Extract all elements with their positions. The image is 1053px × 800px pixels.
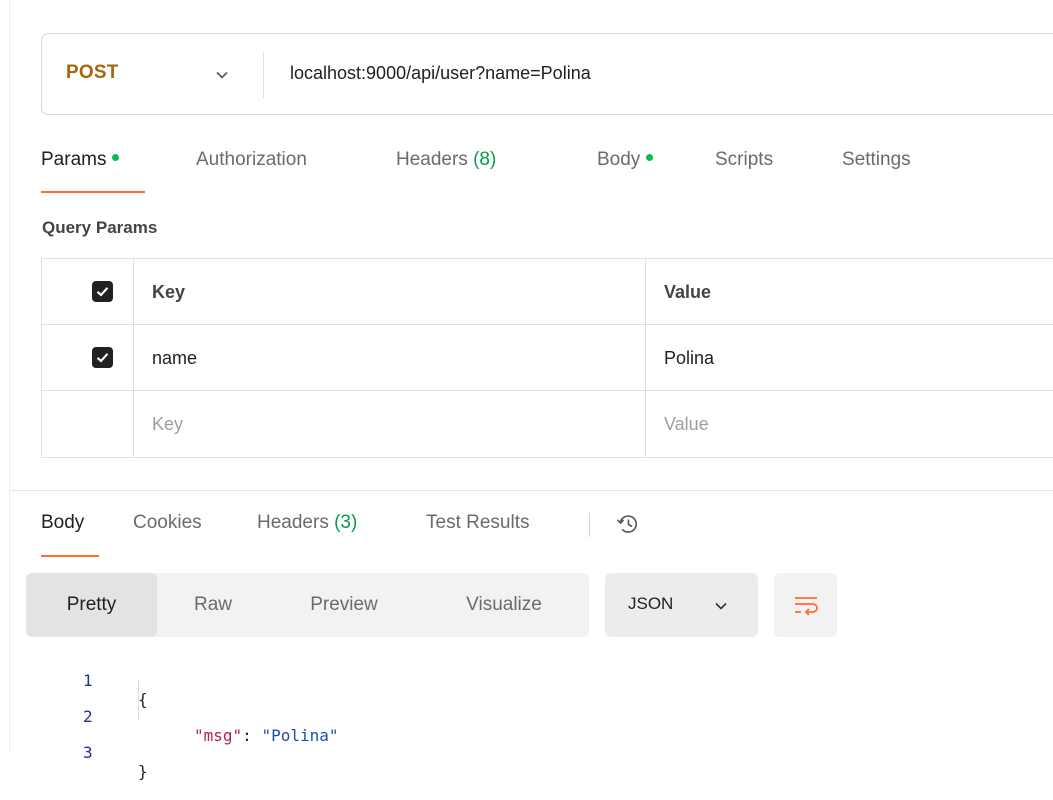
query-params-table: Key Value name Polina Key Value xyxy=(41,258,1053,458)
tab-cookies[interactable]: Cookies xyxy=(133,512,202,534)
tab-params-label: Params xyxy=(41,149,107,170)
chevron-down-icon[interactable] xyxy=(215,68,229,82)
pane-separator[interactable] xyxy=(10,490,1053,491)
code-text: { xyxy=(138,690,148,709)
word-wrap-icon xyxy=(795,597,818,616)
url-divider xyxy=(263,52,264,98)
method-select[interactable]: POST xyxy=(66,62,119,84)
query-params-title: Query Params xyxy=(42,218,158,237)
code-text: "msg": "Polina" xyxy=(194,726,339,745)
tab-scripts[interactable]: Scripts xyxy=(715,149,773,171)
indent-guide xyxy=(138,680,139,720)
tab-headers[interactable]: Headers (8) xyxy=(396,149,496,171)
pretty-button[interactable]: Pretty xyxy=(26,573,157,637)
language-select[interactable]: JSON xyxy=(605,573,758,637)
word-wrap-button[interactable] xyxy=(774,573,837,637)
headers-count: (8) xyxy=(473,149,497,170)
param-key[interactable]: name xyxy=(152,348,197,369)
active-response-tab-underline xyxy=(41,555,99,557)
table-header-row: Key Value xyxy=(42,259,1053,325)
body-dot xyxy=(646,154,654,162)
key-column-header: Key xyxy=(152,282,186,302)
raw-button[interactable]: Raw xyxy=(157,573,269,637)
json-separator: : xyxy=(242,726,262,745)
tabs-divider xyxy=(589,513,590,537)
format-segmented-control: Pretty Raw Preview Visualize xyxy=(26,573,589,637)
tab-settings[interactable]: Settings xyxy=(842,149,911,171)
url-bar: POST localhost:9000/api/user?name=Polina xyxy=(41,33,1053,115)
code-line: 2 "msg": "Polina" xyxy=(41,688,339,745)
code-line: 3 } xyxy=(41,724,148,781)
code-line: 1 { xyxy=(41,652,148,709)
column-divider xyxy=(133,259,134,457)
param-value[interactable]: Polina xyxy=(664,348,714,369)
tab-body[interactable]: Body xyxy=(597,149,654,171)
tab-body-label: Body xyxy=(597,149,641,170)
line-number: 1 xyxy=(83,671,93,690)
response-headers-count: (3) xyxy=(334,512,358,533)
value-column-header: Value xyxy=(664,282,712,302)
tab-test-results[interactable]: Test Results xyxy=(426,512,529,534)
checkbox-checked-icon[interactable] xyxy=(92,347,113,368)
chevron-down-icon xyxy=(715,602,727,610)
left-edge xyxy=(9,0,10,753)
tab-authorization[interactable]: Authorization xyxy=(196,149,307,171)
new-value-input[interactable]: Value xyxy=(664,414,709,435)
tab-response-body[interactable]: Body xyxy=(41,512,84,534)
table-row-new: Key Value xyxy=(42,391,1053,457)
history-icon[interactable] xyxy=(614,510,642,538)
tab-response-headers[interactable]: Headers (3) xyxy=(257,512,357,534)
tab-response-headers-label: Headers xyxy=(257,512,329,533)
active-tab-underline xyxy=(41,191,145,193)
params-dot xyxy=(112,154,120,162)
json-value: "Polina" xyxy=(261,726,339,745)
preview-button[interactable]: Preview xyxy=(269,573,419,637)
table-row: name Polina xyxy=(42,325,1053,391)
line-number: 2 xyxy=(83,707,93,726)
checkbox-checked-icon[interactable] xyxy=(92,281,113,302)
tab-params[interactable]: Params xyxy=(41,149,120,171)
new-key-input[interactable]: Key xyxy=(152,414,183,435)
url-input[interactable]: localhost:9000/api/user?name=Polina xyxy=(290,63,591,84)
visualize-button[interactable]: Visualize xyxy=(419,573,589,637)
json-key: "msg" xyxy=(194,726,243,745)
column-divider xyxy=(645,259,646,457)
code-text: } xyxy=(138,762,148,781)
language-select-value: JSON xyxy=(628,594,674,613)
tab-headers-label: Headers xyxy=(396,149,468,170)
